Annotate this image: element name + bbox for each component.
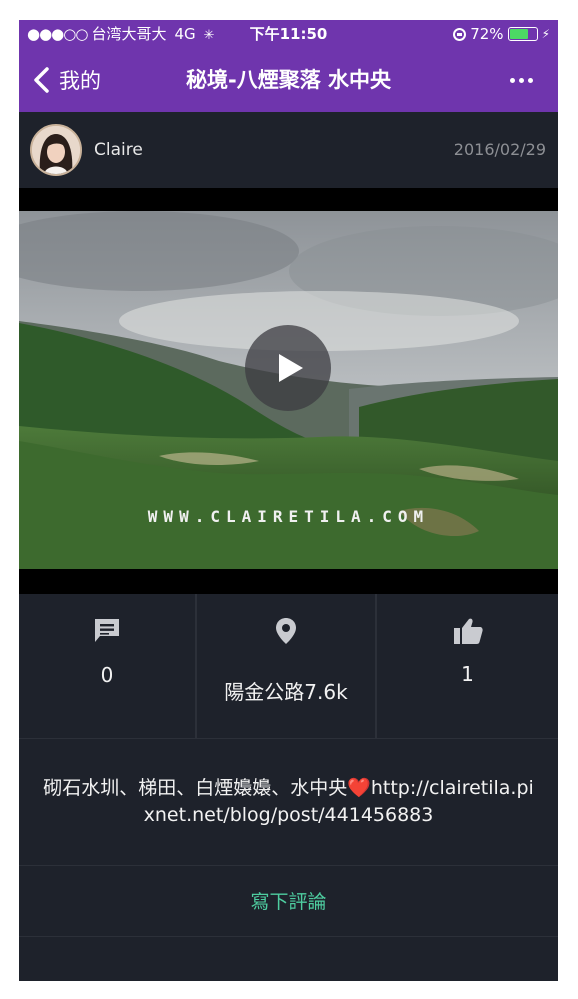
caption-text[interactable]: 砌石水圳、梯田、白煙嬝嬝、水中央❤️http://clairetila.pixn… [39, 775, 538, 829]
more-dot [518, 77, 524, 83]
likes-stat[interactable]: 1 [377, 594, 558, 738]
more-dot [527, 77, 533, 83]
status-right: 72% ⚡ [453, 20, 550, 48]
back-button[interactable]: 我的 [31, 48, 101, 112]
charging-bolt-icon: ⚡ [541, 27, 550, 41]
avatar[interactable] [30, 124, 82, 176]
location-stat[interactable]: 陽金公路7.6k [197, 594, 377, 738]
post-header: Claire 2016/02/29 [19, 112, 558, 188]
author-name[interactable]: Claire [94, 112, 143, 188]
video-player[interactable]: WWW.CLAIRETILA.COM [19, 188, 558, 594]
battery-level [509, 29, 528, 39]
play-button[interactable] [245, 325, 331, 411]
battery-percent: 72% [470, 25, 504, 43]
comment-icon [95, 619, 119, 642]
post-caption: 砌石水圳、梯田、白煙嬝嬝、水中央❤️http://clairetila.pixn… [19, 739, 558, 866]
location-name: 陽金公路7.6k [224, 680, 348, 704]
thumbs-up-icon [453, 618, 483, 644]
post-stats: 0 陽金公路7.6k 1 [19, 594, 558, 739]
battery-icon [507, 27, 538, 41]
more-dots-icon [509, 77, 515, 83]
more-options-button[interactable] [506, 72, 536, 88]
post-date: 2016/02/29 [453, 140, 546, 159]
write-comment-label: 寫下評論 [250, 891, 327, 913]
play-icon [279, 354, 303, 382]
watermark-text: WWW.CLAIRETILA.COM [147, 507, 430, 526]
chevron-left-icon [34, 67, 49, 93]
status-bar: ●●●○○ 台湾大哥大 4G ✳ 下午11:50 72% ⚡ [19, 20, 558, 48]
comments-stat[interactable]: 0 [19, 594, 197, 738]
location-pin-icon [276, 618, 296, 644]
avatar-image [32, 126, 80, 174]
comment-count: 0 [100, 663, 114, 687]
like-count: 1 [461, 662, 474, 686]
back-label: 我的 [59, 69, 101, 93]
navigation-bar: 我的 秘境-八煙聚落 水中央 [19, 48, 558, 112]
write-comment-button[interactable]: 寫下評論 [19, 866, 558, 937]
rotation-lock-icon [453, 27, 467, 41]
app-screen: ●●●○○ 台湾大哥大 4G ✳ 下午11:50 72% ⚡ 我的 秘境-八煙聚落 水… [19, 20, 558, 981]
